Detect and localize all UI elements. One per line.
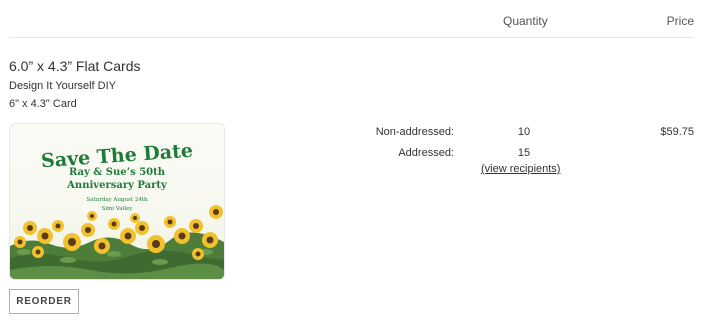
view-recipients-link[interactable]: (view recipients) <box>481 163 560 175</box>
card-date: Saturday August 24th <box>86 197 148 203</box>
addressed-label: Addressed: <box>398 147 454 159</box>
product-subtitle: Design It Yourself DIY <box>9 80 117 92</box>
header-divider <box>9 37 694 38</box>
product-title: 6.0” x 4.3” Flat Cards <box>9 58 141 74</box>
card-line-2: Anniversary Party <box>66 180 168 191</box>
product-size: 6" x 4.3" Card <box>9 98 77 110</box>
quantity-column-header: Quantity <box>503 14 548 28</box>
card-line-1: Ray & Sue’s 50th <box>69 167 166 178</box>
non-addressed-quantity: 10 <box>517 126 531 138</box>
price-column-header: Price <box>666 14 694 28</box>
addressed-quantity: 15 <box>517 147 531 159</box>
reorder-button[interactable]: REORDER <box>9 289 79 314</box>
item-price: $59.75 <box>660 126 694 138</box>
card-preview-image[interactable]: Save The Date Ray & Sue’s 50th Anniversa… <box>9 123 225 280</box>
card-artwork: Save The Date Ray & Sue’s 50th Anniversa… <box>10 140 224 279</box>
card-location: Simi Valley <box>102 206 134 212</box>
non-addressed-label: Non-addressed: <box>375 126 454 138</box>
sunflower-field <box>10 205 224 279</box>
